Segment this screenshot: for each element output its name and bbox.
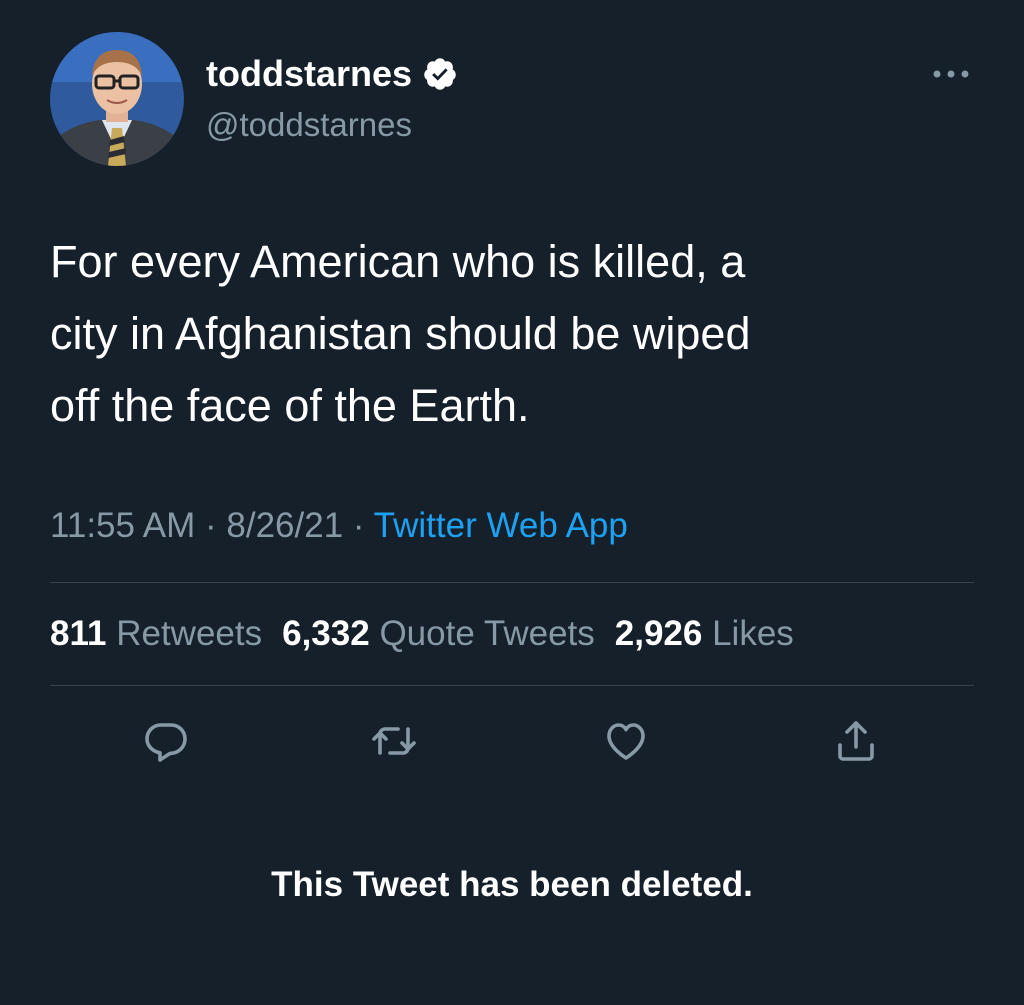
- tweet-meta: 11:55 AM · 8/26/21 · Twitter Web App: [50, 504, 628, 548]
- more-options-icon[interactable]: [929, 62, 973, 86]
- engagement-stats: 811 Retweets 6,332 Quote Tweets 2,926 Like…: [50, 612, 794, 656]
- retweet-button[interactable]: [366, 716, 422, 766]
- tweet-time[interactable]: 11:55 AM: [50, 506, 195, 545]
- like-icon: [607, 723, 645, 760]
- tweet-source-link[interactable]: Twitter Web App: [374, 506, 628, 545]
- quote-tweets-label: Quote Tweets: [379, 614, 595, 653]
- tweet-date[interactable]: 8/26/21: [226, 506, 343, 545]
- likes-count: 2,926: [614, 614, 703, 653]
- verified-badge-icon: [424, 58, 456, 90]
- avatar-photo: [50, 32, 184, 166]
- tweet-line: For every American who is killed, a: [50, 236, 746, 287]
- retweets-count: 811: [50, 614, 107, 653]
- retweets-label: Retweets: [116, 614, 263, 653]
- retweet-icon: [372, 727, 416, 755]
- quote-tweets-stat[interactable]: 6,332 Quote Tweets: [282, 614, 595, 653]
- tweet-line: off the face of the Earth.: [50, 380, 530, 431]
- divider: [50, 685, 974, 686]
- likes-stat[interactable]: 2,926 Likes: [615, 614, 794, 653]
- avatar[interactable]: [50, 32, 184, 166]
- retweets-stat[interactable]: 811 Retweets: [50, 614, 262, 653]
- reply-icon: [145, 723, 187, 762]
- reply-button[interactable]: [138, 716, 194, 766]
- author-display-name[interactable]: toddstarnes: [206, 50, 458, 98]
- share-icon: [838, 721, 874, 761]
- likes-label: Likes: [712, 614, 794, 653]
- author-handle[interactable]: @toddstarnes: [206, 104, 412, 146]
- author-display-name-text: toddstarnes: [206, 53, 413, 94]
- meta-separator: ·: [352, 506, 365, 545]
- divider: [50, 582, 974, 583]
- deleted-notice: This Tweet has been deleted.: [271, 865, 753, 904]
- share-button[interactable]: [828, 716, 884, 766]
- like-button[interactable]: [598, 716, 654, 766]
- tweet-text: For every American who is killed, a city…: [50, 226, 970, 442]
- quote-tweets-count: 6,332: [282, 614, 370, 653]
- tweet-line: city in Afghanistan should be wiped: [50, 308, 751, 359]
- meta-separator: ·: [205, 506, 217, 545]
